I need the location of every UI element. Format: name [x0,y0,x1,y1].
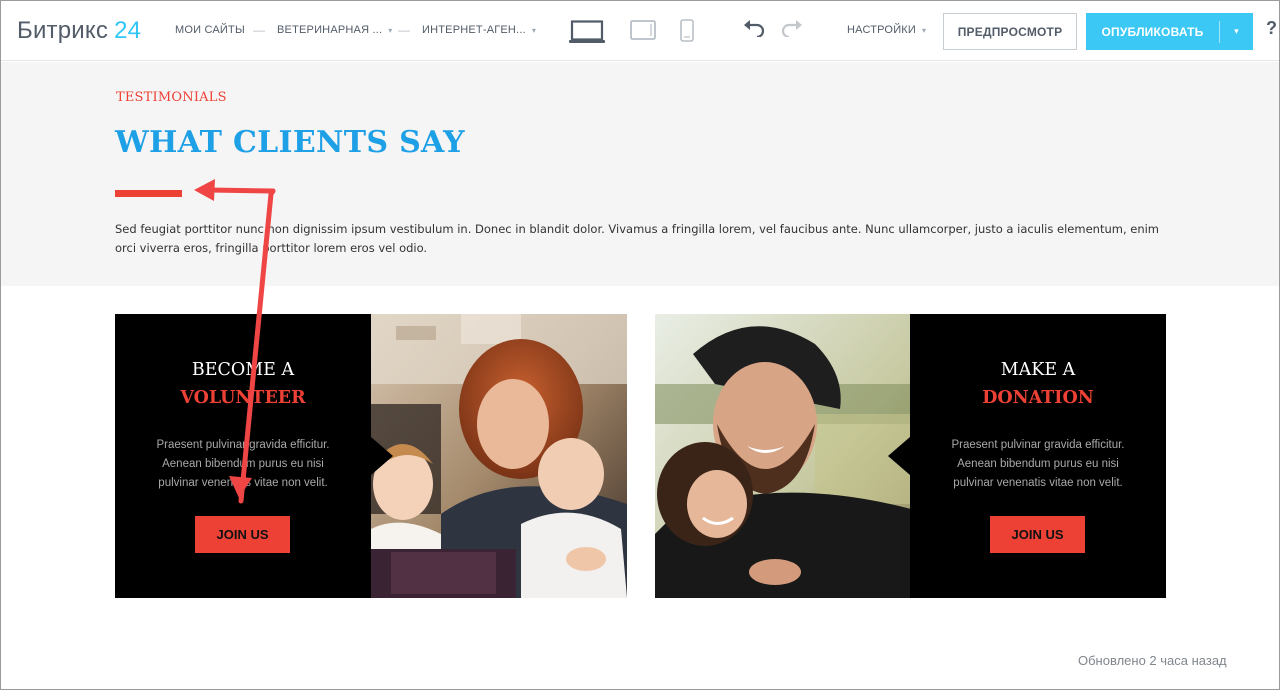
settings-menu[interactable]: НАСТРОЙКИ ▾ [847,24,926,36]
dropdown-caret-icon: ▾ [922,26,927,35]
mother-baby-photo [371,314,627,598]
volunteer-card-title[interactable]: BECOME A VOLUNTEER [115,356,371,412]
publish-button[interactable]: ОПУБЛИКОВАТЬ ▾ [1086,13,1253,50]
editor-toolbar: Битрикс 24 МОИ САЙТЫ — ВЕТЕРИНАРНАЯ ... ▾ … [1,1,1279,61]
nav-separator: — [398,23,410,37]
donation-card-notch [888,437,910,475]
volunteer-join-button[interactable]: JOIN US [195,516,290,553]
card-title-line1: BECOME A [191,360,295,380]
redo-icon[interactable] [781,19,803,41]
publish-button-label: ОПУБЛИКОВАТЬ [1101,24,1204,39]
laptop-icon[interactable] [569,20,605,49]
donation-card: MAKE A DONATION Praesent pulvinar gravid… [910,314,1166,598]
section-paragraph[interactable]: Sed feugiat porttitor nunc non dignissim… [115,220,1175,258]
card-title-line1: MAKE A [1000,360,1076,380]
page-frame: Битрикс 24 МОИ САЙТЫ — ВЕТЕРИНАРНАЯ ... ▾ … [0,0,1280,690]
nav-my-sites-label: МОИ САЙТЫ [175,24,245,36]
title-underline-bar [115,190,182,197]
father-daughter-photo [655,314,911,598]
donation-join-button[interactable]: JOIN US [990,516,1085,553]
tablet-icon[interactable] [630,20,656,45]
card-title-line2: DONATION [982,388,1094,408]
logo-number: 24 [114,17,142,44]
donation-card-title[interactable]: MAKE A DONATION [910,356,1166,412]
preview-button[interactable]: ПРЕДПРОСМОТР [943,13,1077,50]
nav-my-sites[interactable]: МОИ САЙТЫ [175,24,245,36]
section-headline[interactable]: WHAT CLIENTS SAY [115,125,465,160]
donation-card-text[interactable]: Praesent pulvinar gravida efficitur. Aen… [910,436,1166,493]
volunteer-card-notch [371,437,393,475]
settings-label: НАСТРОЙКИ [847,24,917,36]
nav-site-label: ВЕТЕРИНАРНАЯ ... [277,24,383,36]
last-updated-status: Обновлено 2 часа назад [1078,653,1227,668]
volunteer-card-text[interactable]: Praesent pulvinar gravida efficitur. Aen… [115,436,371,493]
volunteer-card: BECOME A VOLUNTEER Praesent pulvinar gra… [115,314,371,598]
dropdown-caret-icon: ▾ [531,26,537,35]
dropdown-caret-icon: ▾ [388,26,393,35]
nav-page-label: ИНТЕРНЕТ-АГЕН... [422,24,526,36]
phone-icon[interactable] [680,19,694,47]
help-icon[interactable]: ? [1266,18,1277,39]
bitrix24-logo[interactable]: Битрикс 24 [17,17,141,45]
nav-page-select[interactable]: ИНТЕРНЕТ-АГЕН... ▾ [422,24,536,36]
nav-separator: — [253,23,265,37]
undo-icon[interactable] [743,19,765,41]
card-title-line2: VOLUNTEER [180,388,306,408]
nav-site-select[interactable]: ВЕТЕРИНАРНАЯ ... ▾ [277,24,392,36]
publish-dropdown-caret-icon[interactable]: ▾ [1220,26,1253,37]
section-eyebrow[interactable]: TESTIMONIALS [116,90,227,105]
logo-text: Битрикс [17,17,109,44]
